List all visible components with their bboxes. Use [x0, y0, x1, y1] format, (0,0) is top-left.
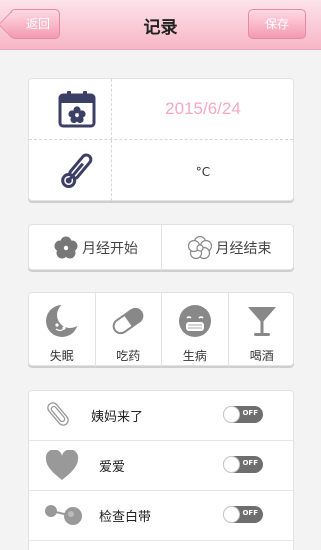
- menses-start-label: 月经开始: [82, 241, 138, 257]
- toggle-period-switch[interactable]: OFF: [223, 406, 263, 423]
- toggle-discharge-label: 检查白带: [99, 510, 152, 525]
- toggle-row-love: 爱爱 OFF: [29, 441, 293, 491]
- header-bar: 返回 记录 保存: [0, 0, 321, 50]
- status-sick[interactable]: 生病: [162, 293, 229, 367]
- toggle-love-switch[interactable]: OFF: [223, 456, 263, 473]
- toggle-love-label: 爱爱: [99, 460, 126, 475]
- save-button[interactable]: 保存: [248, 9, 306, 39]
- status-card: 失眠 吃药 生病 喝酒: [28, 292, 296, 367]
- status-medicine-label: 吃药: [116, 349, 141, 363]
- toggle-list: 姨妈来了 OFF 爱爱 OFF 检查白带 OFF: [28, 390, 294, 550]
- menses-start-button[interactable]: 月经开始: [29, 225, 162, 271]
- date-value: 2015/6/24: [165, 99, 241, 118]
- thermometer-icon-cell: [29, 140, 112, 201]
- status-drinking[interactable]: 喝酒: [229, 293, 296, 367]
- menses-end-button[interactable]: 月经结束: [162, 225, 295, 271]
- status-sick-label: 生病: [182, 349, 207, 363]
- toggle-knob: [223, 456, 240, 473]
- toggle-state: OFF: [242, 509, 258, 517]
- status-insomnia[interactable]: 失眠: [29, 293, 96, 367]
- temperature-unit: °C: [195, 165, 211, 179]
- menses-end-label: 月经结束: [215, 241, 272, 257]
- sick-face-icon: [178, 305, 211, 337]
- toggle-state: OFF: [242, 459, 258, 467]
- thermometer-icon: [61, 153, 93, 189]
- date-row[interactable]: 2015/6/24: [29, 79, 293, 140]
- check-icon: [45, 505, 82, 525]
- status-medicine[interactable]: 吃药: [96, 293, 162, 367]
- pad-icon: [47, 402, 69, 426]
- toggle-row-period: 姨妈来了 OFF: [29, 391, 293, 441]
- record-card: 2015/6/24 °C: [28, 78, 294, 201]
- temperature-row[interactable]: °C: [29, 140, 293, 201]
- status-insomnia-label: 失眠: [49, 349, 74, 363]
- toggle-row-discharge: 检查白带 OFF: [29, 491, 293, 541]
- pill-icon: [112, 307, 144, 335]
- toggle-period-label: 姨妈来了: [91, 410, 144, 425]
- moon-icon: [45, 303, 80, 337]
- toggle-discharge-switch[interactable]: OFF: [223, 506, 263, 523]
- calendar-icon-cell: [29, 79, 112, 140]
- menses-card: 月经开始 月经结束: [28, 224, 295, 271]
- toggle-knob: [223, 406, 240, 423]
- toggle-state: OFF: [242, 409, 258, 417]
- toggle-knob: [223, 506, 240, 523]
- heart-icon: [45, 450, 79, 480]
- flower-outline-icon: [187, 235, 212, 260]
- cocktail-icon: [247, 307, 276, 336]
- status-drinking-label: 喝酒: [249, 349, 274, 363]
- calendar-icon: [58, 91, 96, 128]
- flower-filled-icon: [54, 236, 78, 259]
